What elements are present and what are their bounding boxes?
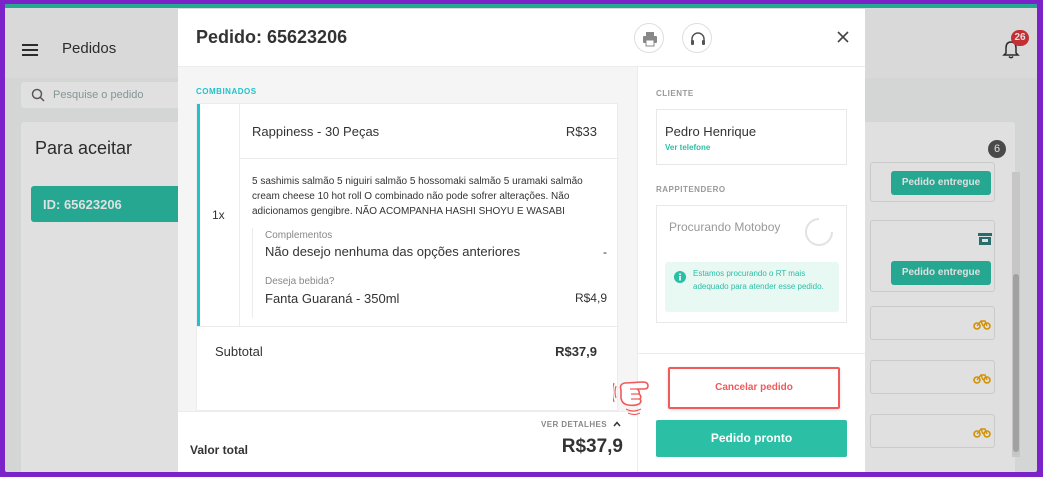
total-value: R$37,9 bbox=[561, 436, 623, 457]
cancel-order-button[interactable]: Cancelar pedido bbox=[668, 367, 840, 409]
rappitendero-card: Procurando Motoboy Estamos procurando o … bbox=[656, 205, 847, 323]
info-icon bbox=[674, 271, 686, 283]
option-label: Deseja bebida? bbox=[265, 276, 335, 287]
order-ready-button[interactable]: Pedido pronto bbox=[656, 420, 847, 457]
client-card: Pedro Henrique Ver telefone bbox=[656, 109, 847, 165]
item-price: R$33 bbox=[565, 124, 597, 139]
option-label: Complementos bbox=[265, 230, 333, 241]
order-modal: Pedido: 65623206 COMBINADOS 1x Rappiness… bbox=[178, 9, 865, 472]
print-button[interactable] bbox=[634, 23, 664, 53]
section-label: COMBINADOS bbox=[196, 87, 257, 96]
modal-title: Pedido: 65623206 bbox=[196, 27, 348, 47]
divider bbox=[240, 158, 619, 159]
subtotal-value: R$37,9 bbox=[555, 344, 597, 359]
view-phone-link[interactable]: Ver telefone bbox=[665, 143, 710, 152]
rt-status: Procurando Motoboy bbox=[669, 220, 781, 234]
loading-spinner-icon bbox=[805, 218, 833, 246]
divider bbox=[197, 326, 619, 327]
rt-info-box: Estamos procurando o RT mais adequado pa… bbox=[665, 262, 839, 312]
totals-bar: VER DETALHES Valor total R$37,9 bbox=[178, 411, 637, 472]
divider bbox=[638, 353, 865, 354]
headset-icon bbox=[691, 32, 705, 45]
item-name: Rappiness - 30 Peças bbox=[252, 124, 380, 139]
subtotal-label: Subtotal bbox=[215, 344, 263, 359]
pointing-hand-icon bbox=[613, 381, 649, 416]
rappitendero-section-label: RAPPITENDERO bbox=[656, 185, 726, 194]
chevron-up-icon[interactable] bbox=[613, 421, 621, 427]
option-value: Fanta Guaraná - 350ml bbox=[265, 291, 400, 306]
item-options: Complementos Não desejo nenhuma das opçõ… bbox=[252, 228, 607, 318]
order-side-panel: CLIENTE Pedro Henrique Ver telefone RAPP… bbox=[637, 67, 865, 472]
total-label: Valor total bbox=[190, 443, 249, 457]
client-name: Pedro Henrique bbox=[665, 124, 757, 139]
option-value: Não desejo nenhuma das opções anteriores bbox=[265, 244, 521, 259]
quantity-column: 1x bbox=[200, 104, 240, 326]
order-item: 1x Rappiness - 30 Peças R$33 5 sashimis … bbox=[196, 103, 619, 411]
order-details-panel: COMBINADOS 1x Rappiness - 30 Peças R$33 … bbox=[178, 67, 637, 472]
rt-info-text: Estamos procurando o RT mais adequado pa… bbox=[693, 269, 824, 291]
item-quantity: 1x bbox=[212, 208, 225, 222]
item-description: 5 sashimis salmão 5 niguiri salmão 5 hos… bbox=[252, 176, 583, 217]
modal-header: Pedido: 65623206 bbox=[178, 9, 865, 67]
close-icon[interactable] bbox=[835, 29, 851, 45]
client-section-label: CLIENTE bbox=[656, 89, 694, 98]
option-price: R$4,9 bbox=[574, 291, 607, 305]
details-link[interactable]: VER DETALHES bbox=[541, 420, 607, 429]
support-button[interactable] bbox=[682, 23, 712, 53]
option-price: - bbox=[603, 245, 607, 259]
printer-icon bbox=[643, 32, 657, 47]
app-frame: Pedidos 26 Pesquise o pedido Para aceita… bbox=[5, 4, 1037, 472]
